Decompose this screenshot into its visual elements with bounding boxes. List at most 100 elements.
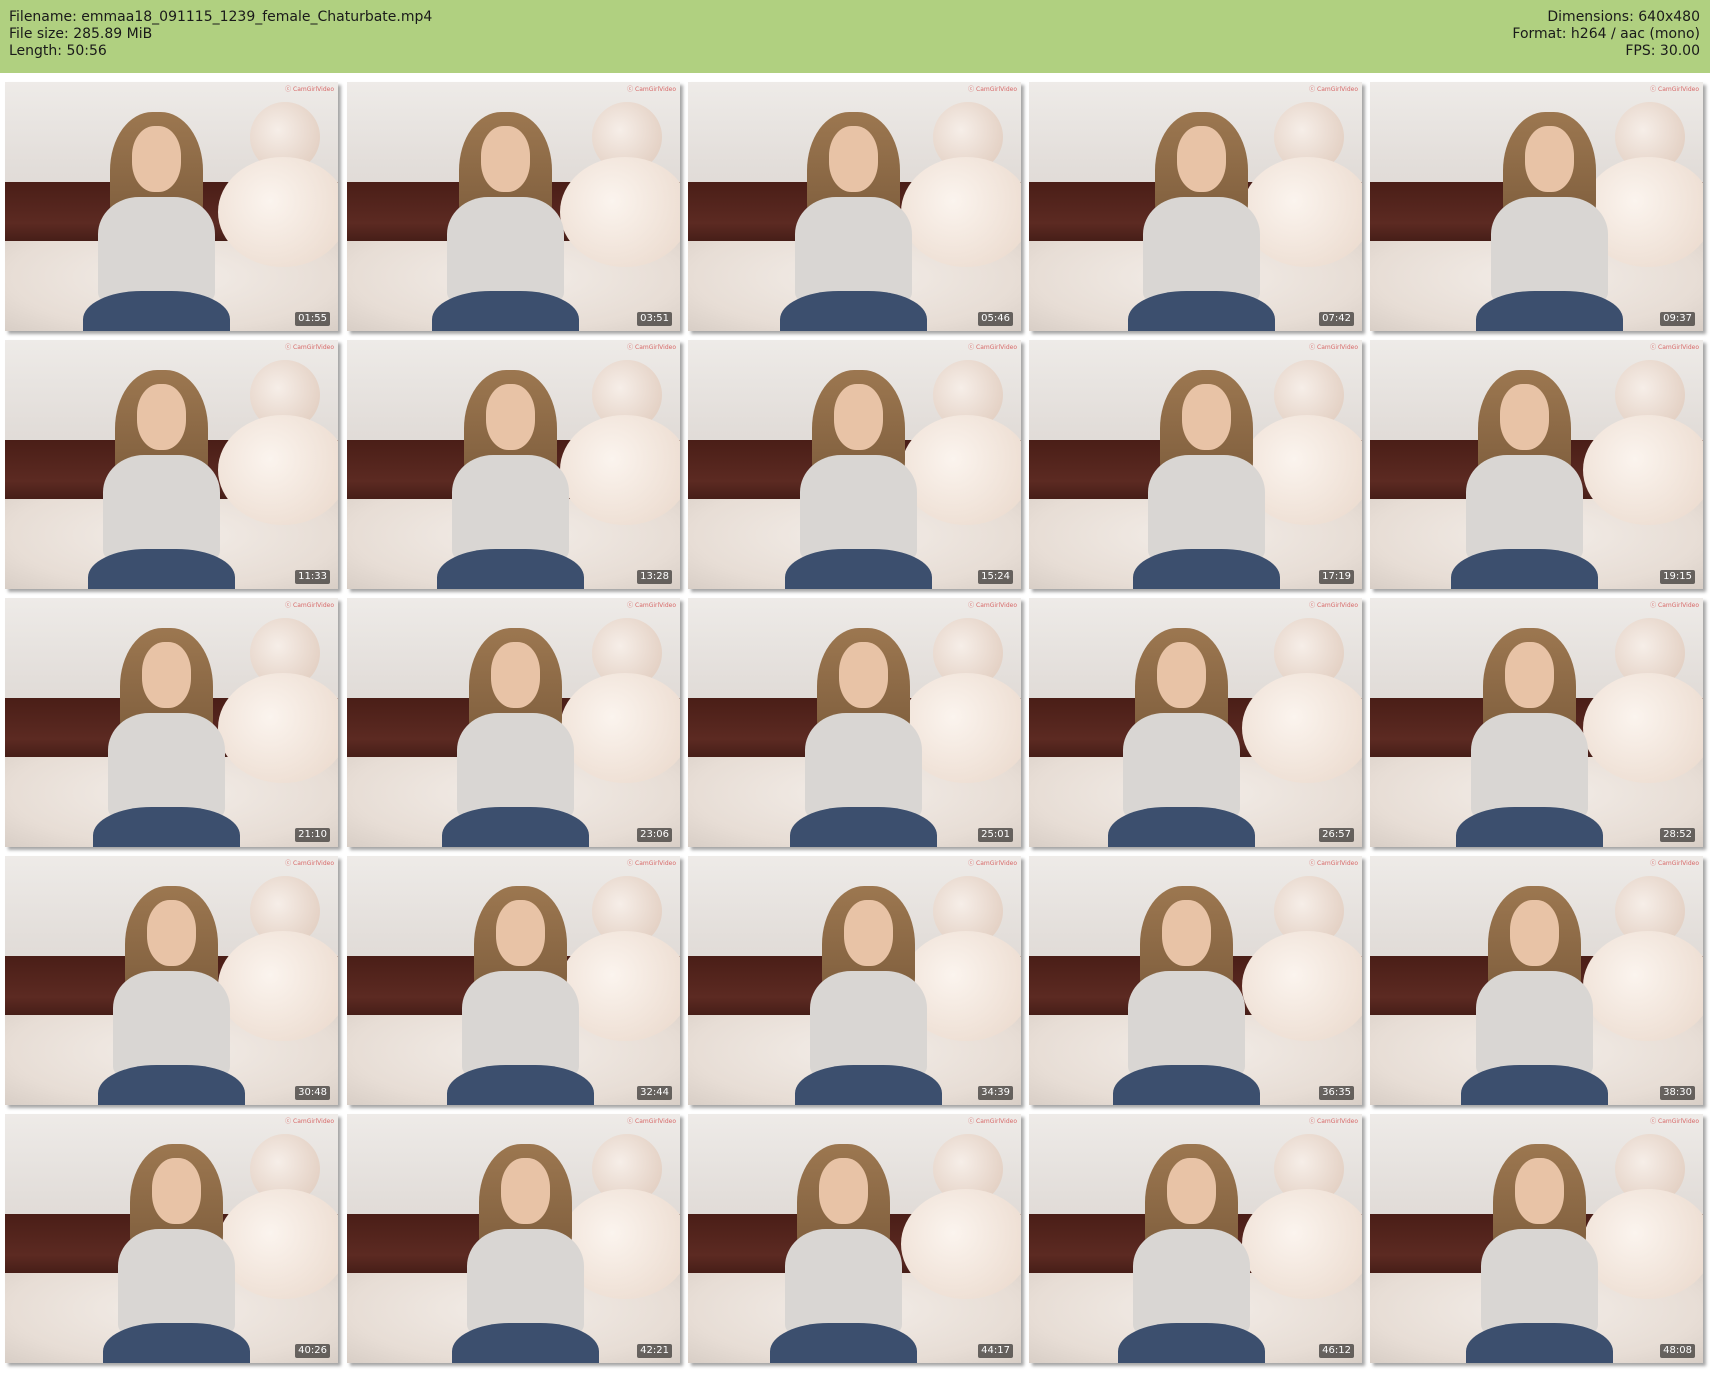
legs [437, 549, 584, 589]
face [1514, 1157, 1565, 1225]
watermark: ⓒ CamGirlVideo [968, 1118, 1017, 1125]
face [485, 383, 536, 451]
watermark: ⓒ CamGirlVideo [968, 344, 1017, 351]
legs [1113, 1065, 1260, 1105]
watermark: ⓒ CamGirlVideo [1309, 602, 1358, 609]
torso [107, 712, 226, 820]
watermark: ⓒ CamGirlVideo [1650, 86, 1699, 93]
video-thumbnail[interactable]: ⓒ CamGirlVideo 21:10 [5, 598, 338, 847]
legs [88, 549, 235, 589]
thumbnail-timestamp: 46:12 [1319, 1344, 1354, 1358]
person-figure [1476, 107, 1623, 331]
torso [446, 196, 565, 304]
torso [456, 712, 575, 820]
legs [785, 549, 932, 589]
face [843, 899, 894, 967]
person-figure [1108, 623, 1255, 847]
video-thumbnail[interactable]: ⓒ CamGirlVideo 44:17 [688, 1114, 1021, 1363]
person-figure [780, 107, 927, 331]
face [1156, 641, 1207, 709]
watermark: ⓒ CamGirlVideo [627, 602, 676, 609]
thumbnail-timestamp: 17:19 [1319, 570, 1354, 584]
person-figure [98, 881, 245, 1105]
person-figure [770, 1139, 917, 1363]
torso [794, 196, 913, 304]
torso [466, 1228, 585, 1336]
torso [451, 454, 570, 562]
legs [795, 1065, 942, 1105]
face [151, 1157, 202, 1225]
torso [784, 1228, 903, 1336]
thumbnail-timestamp: 01:55 [295, 312, 330, 326]
torso [1470, 712, 1589, 820]
face [480, 125, 531, 193]
legs [103, 1323, 250, 1363]
person-figure [1128, 107, 1275, 331]
pillow [1242, 930, 1362, 1041]
pillow [901, 1188, 1021, 1299]
video-thumbnail[interactable]: ⓒ CamGirlVideo 09:37 [1370, 82, 1703, 331]
legs [1461, 1065, 1608, 1105]
video-thumbnail[interactable]: ⓒ CamGirlVideo 23:06 [347, 598, 680, 847]
video-thumbnail[interactable]: ⓒ CamGirlVideo 36:35 [1029, 856, 1362, 1105]
thumbnail-timestamp: 36:35 [1319, 1086, 1354, 1100]
torso [804, 712, 923, 820]
thumbnail-timestamp: 40:26 [295, 1344, 330, 1358]
pillow [1583, 414, 1703, 525]
person-figure [1456, 623, 1603, 847]
legs [442, 807, 589, 847]
face [1181, 383, 1232, 451]
face [495, 899, 546, 967]
video-thumbnail[interactable]: ⓒ CamGirlVideo 46:12 [1029, 1114, 1362, 1363]
video-thumbnail[interactable]: ⓒ CamGirlVideo 13:28 [347, 340, 680, 589]
video-thumbnail[interactable]: ⓒ CamGirlVideo 19:15 [1370, 340, 1703, 589]
legs [1108, 807, 1255, 847]
thumbnail-timestamp: 42:21 [637, 1344, 672, 1358]
face [131, 125, 182, 193]
legs [1128, 291, 1275, 331]
thumbnail-timestamp: 30:48 [295, 1086, 330, 1100]
video-thumbnail[interactable]: ⓒ CamGirlVideo 34:39 [688, 856, 1021, 1105]
video-thumbnail[interactable]: ⓒ CamGirlVideo 48:08 [1370, 1114, 1703, 1363]
person-figure [437, 365, 584, 589]
video-thumbnail[interactable]: ⓒ CamGirlVideo 28:52 [1370, 598, 1703, 847]
video-thumbnail[interactable]: ⓒ CamGirlVideo 11:33 [5, 340, 338, 589]
video-thumbnail[interactable]: ⓒ CamGirlVideo 07:42 [1029, 82, 1362, 331]
face [500, 1157, 551, 1225]
video-thumbnail[interactable]: ⓒ CamGirlVideo 25:01 [688, 598, 1021, 847]
thumbnail-timestamp: 34:39 [978, 1086, 1013, 1100]
video-thumbnail[interactable]: ⓒ CamGirlVideo 38:30 [1370, 856, 1703, 1105]
video-thumbnail[interactable]: ⓒ CamGirlVideo 15:24 [688, 340, 1021, 589]
video-thumbnail[interactable]: ⓒ CamGirlVideo 03:51 [347, 82, 680, 331]
person-figure [452, 1139, 599, 1363]
pillow [1242, 672, 1362, 783]
thumbnail-timestamp: 32:44 [637, 1086, 672, 1100]
thumbnail-timestamp: 48:08 [1660, 1344, 1695, 1358]
face [1524, 125, 1575, 193]
video-thumbnail[interactable]: ⓒ CamGirlVideo 01:55 [5, 82, 338, 331]
person-figure [1118, 1139, 1265, 1363]
watermark: ⓒ CamGirlVideo [627, 860, 676, 867]
watermark: ⓒ CamGirlVideo [1650, 860, 1699, 867]
legs [447, 1065, 594, 1105]
video-thumbnail[interactable]: ⓒ CamGirlVideo 17:19 [1029, 340, 1362, 589]
legs [83, 291, 230, 331]
face [136, 383, 187, 451]
video-thumbnail[interactable]: ⓒ CamGirlVideo 42:21 [347, 1114, 680, 1363]
torso [1127, 970, 1246, 1078]
person-figure [1113, 881, 1260, 1105]
file-size-label: File size: 285.89 MiB [9, 26, 153, 42]
dimensions-label: Dimensions: 640x480 [1547, 9, 1700, 25]
video-thumbnail[interactable]: ⓒ CamGirlVideo 30:48 [5, 856, 338, 1105]
thumbnail-grid: ⓒ CamGirlVideo 01:55 ⓒ CamGirlVideo 03:51 ⓒ … [0, 82, 1710, 1373]
format-label: Format: h264 / aac (mono) [1512, 26, 1700, 42]
torso [1465, 454, 1584, 562]
person-figure [1461, 881, 1608, 1105]
torso [1132, 1228, 1251, 1336]
video-thumbnail[interactable]: ⓒ CamGirlVideo 05:46 [688, 82, 1021, 331]
legs [1133, 549, 1280, 589]
video-thumbnail[interactable]: ⓒ CamGirlVideo 32:44 [347, 856, 680, 1105]
video-thumbnail[interactable]: ⓒ CamGirlVideo 26:57 [1029, 598, 1362, 847]
video-thumbnail[interactable]: ⓒ CamGirlVideo 40:26 [5, 1114, 338, 1363]
thumbnail-timestamp: 26:57 [1319, 828, 1354, 842]
